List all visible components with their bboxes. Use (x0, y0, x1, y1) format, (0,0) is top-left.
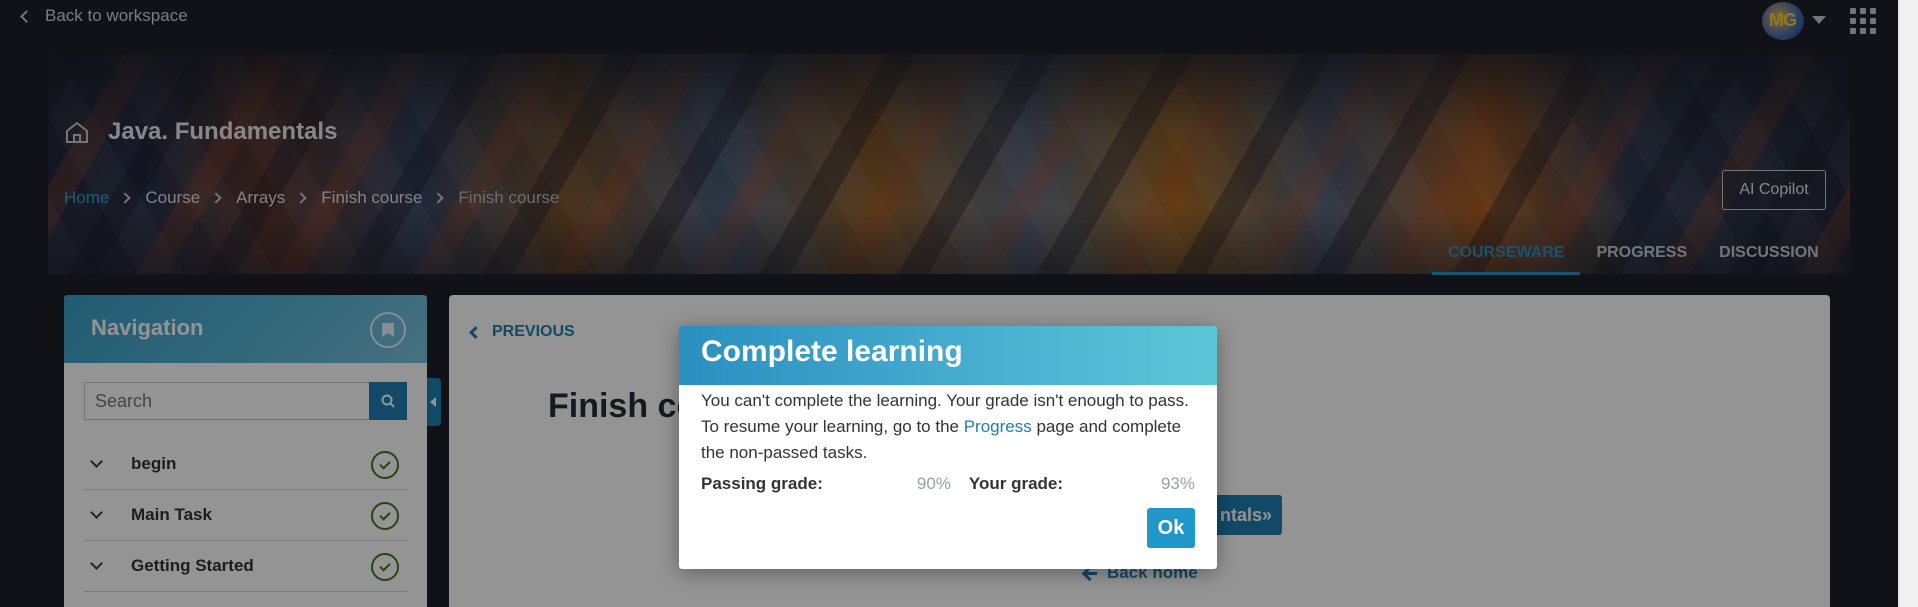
dialog-message: You can't complete the learning. Your gr… (701, 388, 1195, 466)
grades-row: Passing grade: 90% Your grade: 93% (701, 474, 1195, 494)
progress-link[interactable]: Progress (964, 417, 1032, 436)
scrollbar[interactable] (1898, 0, 1918, 607)
complete-learning-dialog: Complete learning You can't complete the… (679, 326, 1217, 569)
dialog-body: You can't complete the learning. Your gr… (679, 385, 1217, 494)
passing-grade-value: 90% (916, 474, 951, 493)
dialog-title: Complete learning (701, 335, 963, 368)
dialog-header: Complete learning (679, 326, 1217, 385)
ok-button[interactable]: Ok (1147, 508, 1195, 548)
passing-grade-label: Passing grade: (701, 474, 823, 493)
your-grade-value: 93% (1160, 474, 1195, 493)
your-grade-label: Your grade: (968, 474, 1064, 493)
